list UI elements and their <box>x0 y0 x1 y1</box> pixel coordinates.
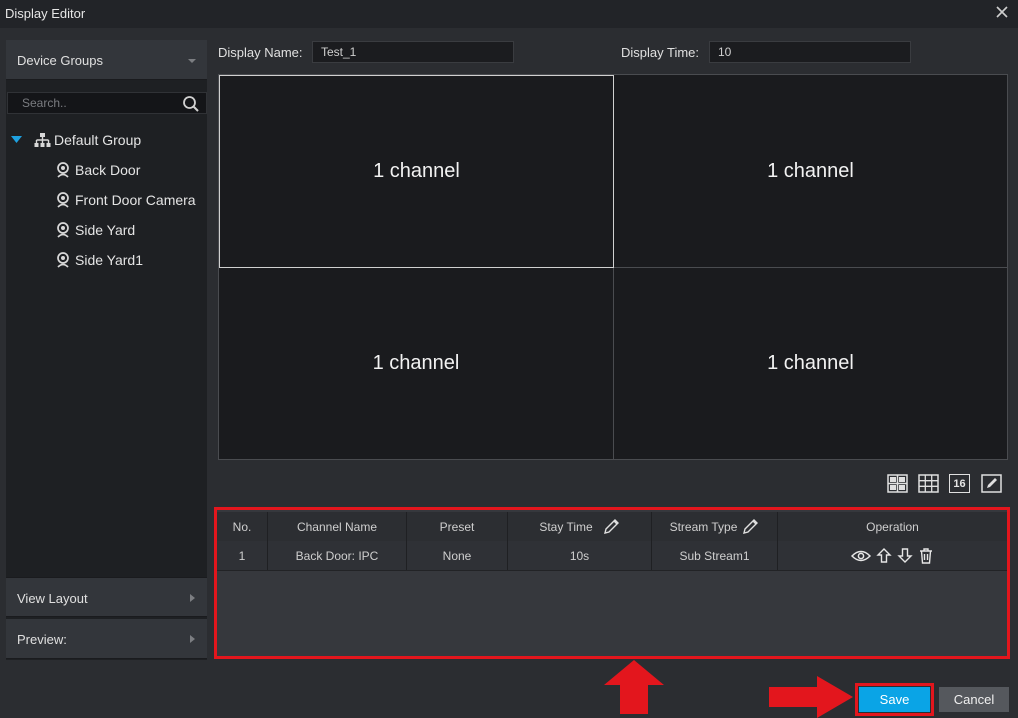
close-icon[interactable] <box>994 3 1010 21</box>
channel-cell[interactable]: 1 channel <box>219 268 614 459</box>
search-input[interactable]: Search.. <box>7 92 207 114</box>
device-label: Side Yard1 <box>75 252 143 268</box>
red-right-arrow-icon <box>769 676 853 718</box>
tree-item-device[interactable]: Front Door Camera <box>56 190 196 210</box>
cancel-button[interactable]: Cancel <box>939 687 1009 712</box>
device-label: Back Door <box>75 162 141 178</box>
display-time-label: Display Time: <box>621 45 700 60</box>
chevron-right-icon <box>190 594 195 602</box>
channel-cell[interactable]: 1 channel <box>219 75 614 268</box>
preview-header[interactable]: Preview: <box>6 619 207 659</box>
camera-icon <box>57 252 69 268</box>
camera-icon <box>57 192 69 208</box>
display-name-label: Display Name: <box>218 45 303 60</box>
display-time-input[interactable]: 10 <box>709 41 911 63</box>
channel-grid: 1 channel 1 channel 1 channel 1 channel <box>218 74 1008 460</box>
preview-label: Preview: <box>17 632 67 647</box>
save-button[interactable]: Save <box>859 687 930 712</box>
search-placeholder: Search.. <box>22 96 67 110</box>
view-layout-label: View Layout <box>17 591 88 606</box>
tree-item-device[interactable]: Back Door <box>56 160 140 180</box>
device-label: Side Yard <box>75 222 136 238</box>
channel-cell[interactable]: 1 channel <box>614 268 1007 459</box>
display-name-input[interactable]: Test_1 <box>312 41 514 63</box>
layout-4-icon[interactable] <box>887 474 908 493</box>
window-title: Display Editor <box>5 6 86 21</box>
device-groups-label: Device Groups <box>17 53 103 68</box>
camera-icon <box>57 162 69 178</box>
view-layout-header[interactable]: View Layout <box>6 577 207 617</box>
search-icon[interactable] <box>182 95 200 113</box>
title-bar: Display Editor <box>0 0 1018 28</box>
expand-triangle-icon[interactable] <box>11 135 23 145</box>
group-tree-icon <box>34 133 51 147</box>
camera-icon <box>57 222 69 238</box>
table-highlight-box <box>214 507 1010 659</box>
dropdown-arrow-icon <box>188 59 196 63</box>
tree-item-device[interactable]: Side Yard <box>56 220 135 240</box>
device-panel: Device Groups Search.. Default Group Bac… <box>6 40 207 660</box>
layout-9-icon[interactable] <box>918 474 939 493</box>
group-label: Default Group <box>54 132 142 148</box>
red-up-arrow-icon <box>604 660 664 714</box>
channel-cell[interactable]: 1 channel <box>614 75 1007 268</box>
tree-item-default-group[interactable]: Default Group <box>11 130 141 150</box>
device-label: Front Door Camera <box>75 192 196 208</box>
chevron-right-icon <box>190 635 195 643</box>
custom-layout-edit-icon[interactable] <box>981 474 1002 493</box>
layout-16-button[interactable]: 16 <box>949 474 970 493</box>
device-groups-header[interactable]: Device Groups <box>6 40 207 80</box>
tree-item-device[interactable]: Side Yard1 <box>56 250 143 270</box>
